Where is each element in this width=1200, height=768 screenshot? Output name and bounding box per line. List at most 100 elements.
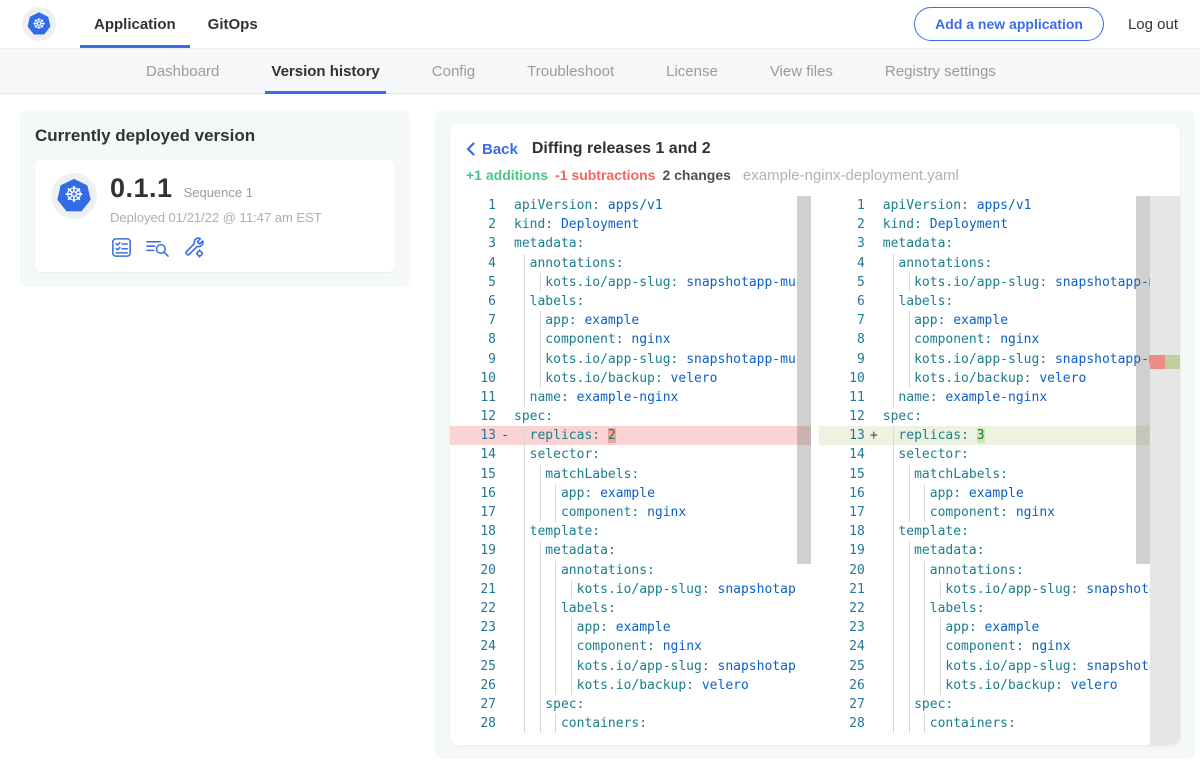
indent-guide (524, 637, 525, 656)
tab-application[interactable]: Application (78, 0, 192, 48)
indent-guide (940, 676, 941, 695)
diff-line-marker (496, 657, 514, 676)
indent-guide (909, 273, 910, 292)
add-application-button[interactable]: Add a new application (914, 7, 1104, 41)
code-text: matchLabels: (514, 465, 811, 484)
logout-link[interactable]: Log out (1128, 16, 1178, 33)
subnav-tab-registry-settings[interactable]: Registry settings (859, 49, 1022, 93)
indent-guide (909, 657, 910, 676)
subnav-tab-troubleshoot[interactable]: Troubleshoot (501, 49, 640, 93)
line-number: 24 (450, 637, 496, 656)
line-number: 5 (450, 273, 496, 292)
diff-line-marker (496, 676, 514, 695)
indent-guide (540, 714, 541, 733)
diff-line-marker (496, 522, 514, 541)
line-number: 1 (819, 196, 865, 215)
subnav-tab-config[interactable]: Config (406, 49, 501, 93)
tab-gitops[interactable]: GitOps (192, 0, 274, 48)
indent-guide (909, 484, 910, 503)
indent-guide (524, 599, 525, 618)
code-text: annotations: (514, 561, 811, 580)
indent-guide (893, 676, 894, 695)
indent-guide (909, 541, 910, 560)
indent-guide (893, 311, 894, 330)
view-logs-button[interactable] (145, 236, 170, 259)
code-text: template: (883, 522, 1150, 541)
diff-line-marker (496, 350, 514, 369)
diff-line-marker (865, 234, 883, 253)
indent-guide (909, 561, 910, 580)
code-line: 11 name: example-nginx (450, 388, 811, 407)
code-text: kots.io/backup: velero (883, 676, 1150, 695)
indent-guide (909, 369, 910, 388)
indent-guide (524, 350, 525, 369)
line-number: 24 (819, 637, 865, 656)
line-number: 27 (450, 695, 496, 714)
back-button[interactable]: Back (466, 141, 518, 158)
code-text: spec: (883, 407, 1150, 426)
indent-guide (893, 714, 894, 733)
line-number: 16 (819, 484, 865, 503)
indent-guide (540, 350, 541, 369)
line-number: 10 (819, 369, 865, 388)
code-line: 27 spec: (450, 695, 811, 714)
code-text: selector: (883, 445, 1150, 464)
code-line: 13- replicas: 2 (450, 426, 811, 445)
code-text: annotations: (883, 254, 1150, 273)
deployed-card-title: Currently deployed version (35, 126, 395, 146)
code-text: kots.io/backup: velero (514, 676, 811, 695)
scrollbar-thumb[interactable] (1136, 196, 1150, 564)
indent-guide (909, 311, 910, 330)
line-number: 11 (819, 388, 865, 407)
diff-line-marker (496, 369, 514, 388)
logs-magnifier-icon (145, 236, 170, 259)
code-line: 24 component: nginx (450, 637, 811, 656)
line-number: 23 (450, 618, 496, 637)
indent-guide (909, 330, 910, 349)
subnav-tab-license[interactable]: License (640, 49, 744, 93)
code-line: 25 kots.io/app-slug: snapshotap (450, 657, 811, 676)
indent-guide (540, 561, 541, 580)
indent-guide (893, 618, 894, 637)
diff-line-marker (496, 618, 514, 637)
code-line: 28 containers: (450, 714, 811, 733)
indent-guide (540, 311, 541, 330)
line-number: 16 (450, 484, 496, 503)
diff-line-marker (865, 273, 883, 292)
topnav-actions: Add a new application Log out (914, 7, 1178, 41)
code-text: app: example (883, 618, 1150, 637)
line-number: 18 (819, 522, 865, 541)
indent-guide (924, 599, 925, 618)
diff-filename: example-nginx-deployment.yaml (743, 167, 959, 184)
deployed-version-details: 0.1.1 Sequence 1 Deployed 01/21/22 @ 11:… (110, 173, 322, 259)
diff-line-marker (865, 388, 883, 407)
release-notes-button[interactable] (110, 236, 133, 259)
chevron-left-icon (466, 142, 475, 156)
indent-guide (524, 522, 525, 541)
diff-line-marker (496, 503, 514, 522)
code-text: kots.io/app-slug: snapshotap (883, 580, 1150, 599)
subnav-tab-dashboard[interactable]: Dashboard (120, 49, 245, 93)
edit-config-button[interactable] (182, 235, 206, 259)
code-text: app: example (514, 311, 811, 330)
diff-line-marker (865, 503, 883, 522)
line-number: 12 (450, 407, 496, 426)
subtractions-count: -1 subtractions (555, 167, 655, 183)
code-line: 15 matchLabels: (819, 465, 1150, 484)
subnav-tab-view-files[interactable]: View files (744, 49, 859, 93)
subnav-tab-version-history[interactable]: Version history (245, 49, 405, 93)
line-number: 5 (819, 273, 865, 292)
code-line: 19 metadata: (819, 541, 1150, 560)
line-number: 12 (819, 407, 865, 426)
indent-guide (893, 254, 894, 273)
indent-guide (893, 637, 894, 656)
code-line: 25 kots.io/app-slug: snapshotap (819, 657, 1150, 676)
ruler-marker-added (1165, 355, 1180, 369)
scrollbar-thumb[interactable] (797, 196, 811, 564)
code-line: 1apiVersion: apps/v1 (819, 196, 1150, 215)
code-text: component: nginx (514, 330, 811, 349)
app-version-badge: ☸ (51, 173, 97, 219)
ruler-marker-removed (1150, 355, 1165, 369)
indent-guide (924, 714, 925, 733)
code-text: apiVersion: apps/v1 (514, 196, 811, 215)
